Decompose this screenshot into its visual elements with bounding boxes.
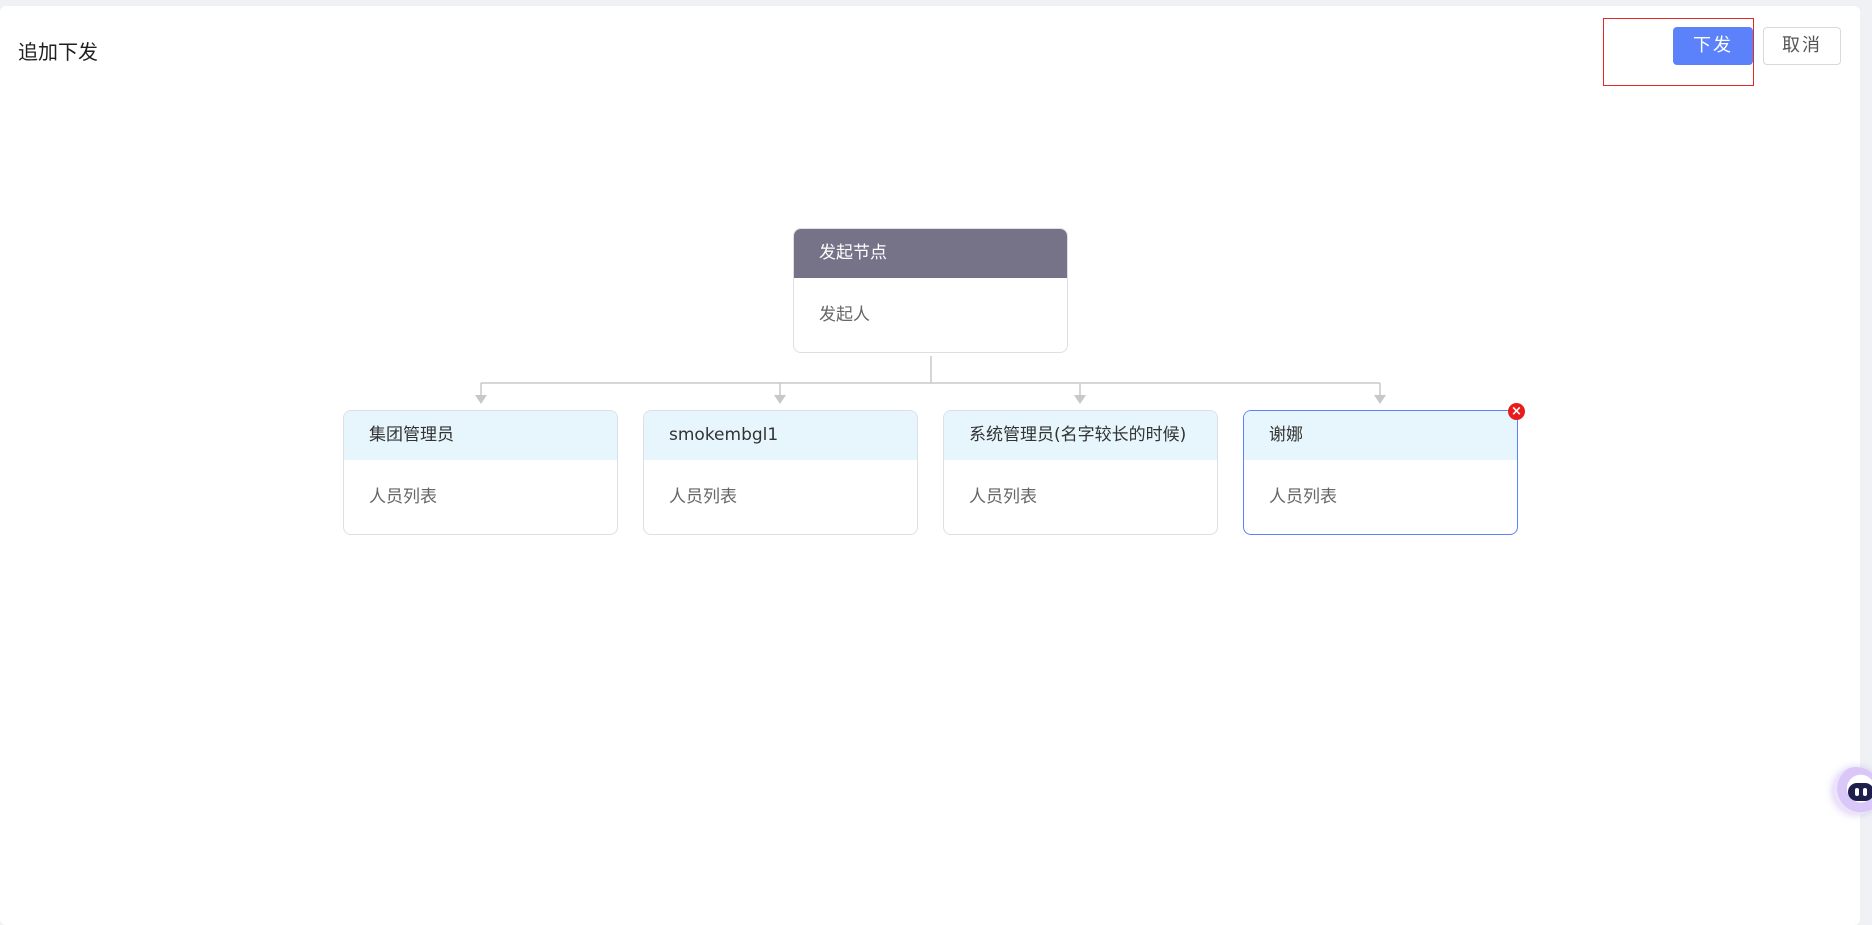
arrow-down-icon	[774, 395, 786, 404]
assistant-eye	[1855, 788, 1859, 796]
tree-connectors	[475, 356, 1386, 404]
assistant-eye	[1863, 788, 1867, 796]
child-node-title: 系统管理员(名字较长的时候)	[944, 411, 1217, 460]
child-node-1[interactable]: 集团管理员 人员列表	[343, 410, 618, 535]
root-node-title: 发起节点	[794, 229, 1067, 278]
close-icon[interactable]: ×	[1508, 403, 1525, 420]
child-node-subtitle: 人员列表	[669, 487, 737, 507]
arrow-down-icon	[475, 395, 487, 404]
child-node-3[interactable]: 系统管理员(名字较长的时候) 人员列表	[943, 410, 1218, 535]
child-node-title: 谢娜	[1244, 411, 1517, 460]
child-node-title: smokembgl1	[644, 411, 917, 460]
child-node-title: 集团管理员	[344, 411, 617, 460]
robot-assistant-icon[interactable]	[1832, 767, 1872, 815]
arrow-down-icon	[1074, 395, 1086, 404]
assistant-face	[1848, 783, 1872, 801]
child-node-2[interactable]: smokembgl1 人员列表	[643, 410, 918, 535]
child-node-subtitle: 人员列表	[969, 487, 1037, 507]
child-node-subtitle: 人员列表	[369, 487, 437, 507]
dialog-panel: 追加下发 下发 取消 发起节点 发起人 集团管理员 人员列表 smokembgl…	[0, 6, 1860, 925]
child-node-4[interactable]: 谢娜 人员列表 ×	[1243, 403, 1525, 535]
root-node[interactable]: 发起节点 发起人	[793, 228, 1068, 353]
child-node-subtitle: 人员列表	[1269, 487, 1337, 507]
root-node-subtitle: 发起人	[819, 305, 870, 325]
arrow-down-icon	[1374, 395, 1386, 404]
